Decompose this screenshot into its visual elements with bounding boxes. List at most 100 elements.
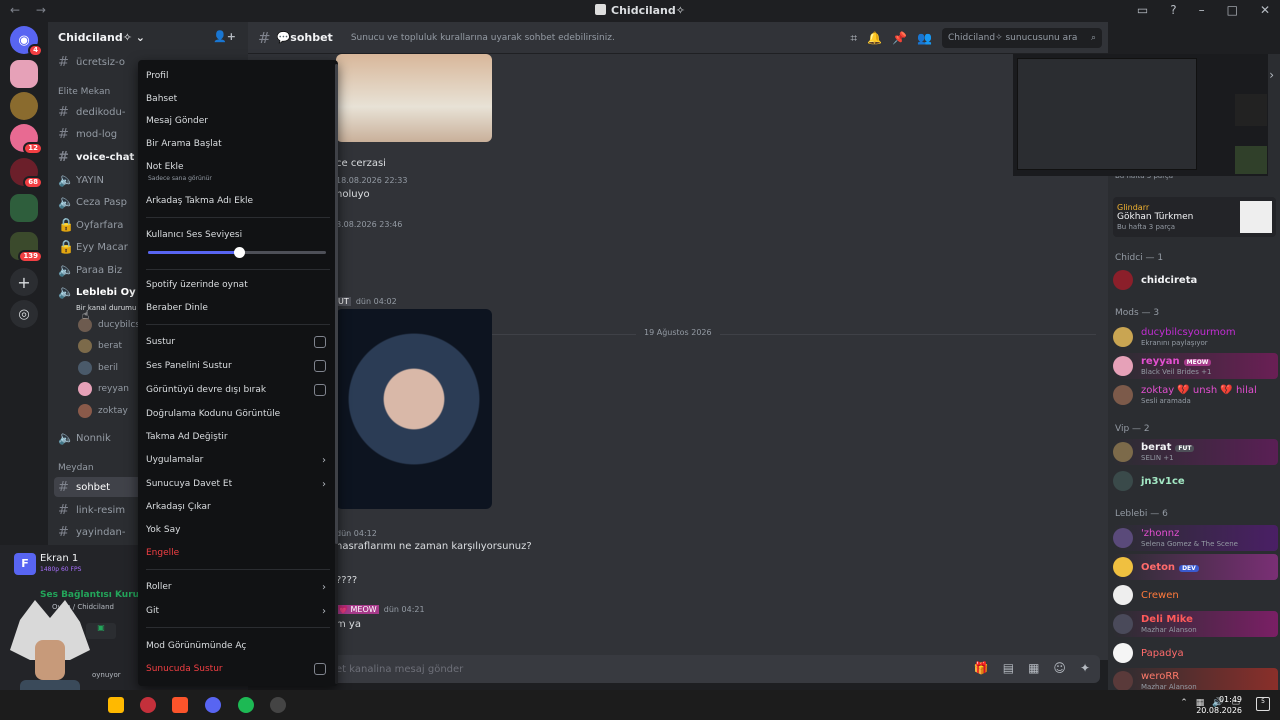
notification-badge[interactable]: 5 (1256, 697, 1270, 711)
menu-mod[interactable]: Mod Görünümünde Aç (146, 637, 330, 655)
voice-user[interactable]: beril (78, 359, 118, 377)
voice-user[interactable]: zoktay (78, 402, 128, 420)
member-reyyan[interactable]: reyyan MEOW Black Veil Brides +1 (1113, 353, 1278, 379)
menu-mesaj[interactable]: Mesaj Gönder (146, 112, 330, 130)
member-card-glindarr[interactable]: Glindarr Gökhan Türkmen Bu hafta 3 parça (1113, 197, 1276, 237)
member-deli-mike[interactable]: Deli Mike Mazhar Alanson (1113, 611, 1278, 637)
menu-panel[interactable]: Ses Panelini Sustur (146, 357, 330, 375)
inbox-icon[interactable]: ▭ (1137, 3, 1148, 17)
menu-arama[interactable]: Bir Arama Başlat (146, 135, 330, 153)
menu-goruntu[interactable]: Görüntüyü devre dışı bırak (146, 381, 330, 399)
threads-icon[interactable]: ⌗ (850, 31, 857, 46)
gif-icon[interactable]: ▤ (1003, 661, 1014, 675)
menu-git[interactable]: Git › (146, 602, 330, 620)
menu-engelle[interactable]: Engelle (146, 544, 330, 562)
member-crewen[interactable]: Crewen (1113, 582, 1278, 608)
server-icon-chidciland[interactable] (10, 60, 38, 88)
message-author[interactable]: ce cerzasi (336, 158, 386, 169)
member-ducy[interactable]: ducybilcsyourmom Ekranını paylaşıyor (1113, 324, 1278, 350)
checkbox[interactable] (314, 360, 326, 372)
server-icon-2[interactable] (10, 92, 38, 120)
message-header: UT dün 04:02 (336, 297, 397, 306)
search-input[interactable]: Chidciland✧ sunucusunu ara ⌕ (942, 28, 1102, 48)
close-button[interactable]: ✕ (1260, 3, 1270, 17)
menu-scrollbar[interactable] (335, 64, 338, 684)
app-icon[interactable] (140, 697, 156, 713)
bell-icon[interactable]: 🔔 (867, 31, 882, 45)
server-header[interactable]: Chidciland✧ ⌄ 👤+ (48, 22, 248, 52)
menu-takmaad[interactable]: Takma Ad Değiştir (146, 428, 330, 446)
chevron-up-icon[interactable]: ⌃ (1180, 698, 1188, 708)
menu-dinle[interactable]: Beraber Dinle (146, 299, 330, 317)
clock[interactable]: 01:49 20.08.2026 (1196, 694, 1242, 716)
member-berat[interactable]: berat FUT SELIN +1 (1113, 439, 1278, 465)
pin-icon[interactable]: 📌 (892, 31, 907, 45)
menu-not[interactable]: Not Ekle (146, 158, 330, 176)
checkbox[interactable] (314, 663, 326, 675)
menu-spotify[interactable]: Spotify üzerinde oynat (146, 276, 330, 294)
obs-icon[interactable] (270, 697, 286, 713)
minimize-button[interactable]: – (1199, 3, 1205, 17)
sticker-icon[interactable]: ▦ (1028, 661, 1039, 675)
discord-icon[interactable] (205, 697, 221, 713)
member-jn3v1ce[interactable]: jn3v1ce (1113, 468, 1278, 494)
user-context-menu: Profil Bahset Mesaj Gönder Bir Arama Baş… (138, 60, 338, 686)
add-server-icon[interactable]: + (10, 268, 38, 296)
home-button[interactable]: ◉ 4 (10, 26, 43, 57)
menu-uygulamalar[interactable]: Uygulamalar › (146, 451, 330, 469)
server-folder-2[interactable]: 139 (10, 232, 43, 263)
checkbox[interactable] (314, 336, 326, 348)
menu-profil[interactable]: Profil (146, 67, 330, 85)
stream-preview[interactable]: › (1013, 54, 1274, 176)
volume-knob[interactable] (233, 247, 245, 258)
member-oeton[interactable]: Oeton DEV (1113, 554, 1278, 580)
member-papadya[interactable]: Papadya (1113, 640, 1278, 666)
apps-icon[interactable]: ✦ (1080, 661, 1090, 675)
menu-sunucuda[interactable]: Sunucuda Sustur (146, 660, 330, 678)
server-folder[interactable] (10, 194, 38, 222)
volume-slider[interactable] (148, 247, 326, 258)
menu-roller[interactable]: Roller › (146, 578, 330, 596)
maximize-button[interactable]: □ (1227, 3, 1238, 17)
speaker-icon: 🔈 (58, 172, 75, 188)
voice-user[interactable]: berat (78, 337, 122, 355)
checkbox[interactable] (314, 384, 326, 396)
speaker-icon: 🔈 (58, 262, 75, 278)
group-header: Chidci — 1 (1115, 253, 1164, 263)
members-icon[interactable]: 👥 (917, 31, 932, 45)
group-header: Vip — 2 (1115, 424, 1150, 434)
gift-icon[interactable]: 🎁 (974, 661, 989, 675)
menu-takma[interactable]: Arkadaş Takma Adı Ekle (146, 192, 330, 210)
menu-davet[interactable]: Sunucuya Davet Et › (146, 475, 330, 493)
emoji-icon[interactable]: ☺ (1053, 661, 1066, 675)
spotify-icon[interactable] (238, 697, 254, 713)
avatar (1113, 442, 1133, 462)
member-chidcireta[interactable]: chidcireta (1113, 267, 1278, 293)
category-meydan[interactable]: Meydan (58, 463, 94, 473)
member-zhonnz[interactable]: 'zhonnz Selena Gomez & The Scene (1113, 525, 1278, 551)
menu-yoksay[interactable]: Yok Say (146, 521, 330, 539)
add-member-icon[interactable]: 👤+ (213, 30, 236, 43)
voice-user[interactable]: reyyan (78, 380, 129, 398)
message-input[interactable]: et kanalina mesaj gönder 🎁 ▤ ▦ ☺ ✦ (330, 655, 1100, 683)
chevron-right-icon[interactable]: › (1269, 68, 1274, 82)
server-icon-3[interactable]: 12 (10, 124, 43, 155)
menu-cikar[interactable]: Arkadaşı Çıkar (146, 498, 330, 516)
menu-bahset[interactable]: Bahset (146, 90, 330, 108)
category-elite[interactable]: Elite Mekan (58, 87, 110, 97)
group-header: Mods — 3 (1115, 308, 1160, 318)
attachment-image[interactable] (336, 309, 492, 509)
file-explorer-icon[interactable] (108, 697, 124, 713)
server-badge: 139 (18, 250, 43, 263)
scrollbar-thumb[interactable] (335, 64, 338, 544)
menu-sustur[interactable]: Sustur (146, 333, 330, 351)
divider (146, 269, 330, 270)
discover-icon[interactable]: ◎ (10, 300, 38, 328)
attachment-image[interactable] (336, 54, 492, 142)
role-tag: DEV (1179, 564, 1199, 572)
brave-icon[interactable] (172, 697, 188, 713)
menu-dogrulama[interactable]: Doğrulama Kodunu Görüntüle (146, 405, 330, 423)
member-zoktay[interactable]: zoktay 💔 unsh 💔 hilal Sesli aramada (1113, 382, 1278, 408)
help-icon[interactable]: ? (1170, 3, 1176, 17)
server-icon-4[interactable]: 68 (10, 158, 43, 189)
